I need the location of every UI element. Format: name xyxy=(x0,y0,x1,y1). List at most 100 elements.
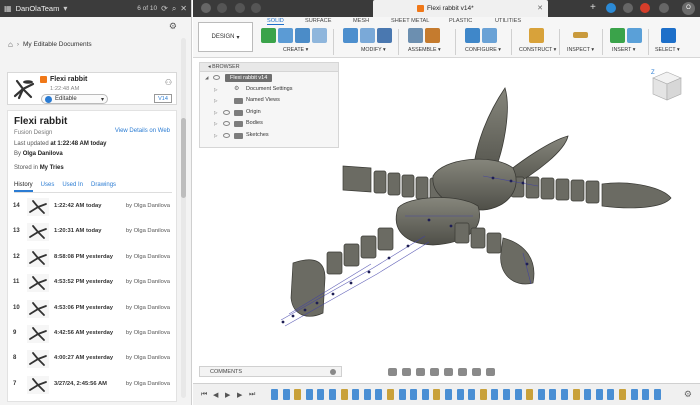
timeline-feature[interactable] xyxy=(398,389,406,400)
history-row[interactable]: 7 3/27/24, 2:45:56 AM by Olga Danilova xyxy=(8,373,176,398)
timeline-feature[interactable] xyxy=(468,389,476,400)
timeline-feature[interactable] xyxy=(607,389,615,400)
timeline-feature[interactable] xyxy=(584,389,592,400)
insert-image-icon[interactable] xyxy=(627,27,642,43)
timeline-feature[interactable] xyxy=(410,389,418,400)
shell-icon[interactable] xyxy=(377,27,392,43)
play-icon[interactable]: ▶ xyxy=(225,391,230,399)
timeline-feature[interactable] xyxy=(375,389,383,400)
3d-viewport[interactable]: ◂ BROWSER ◢ Flexi rabbit v14 ▷ ⚙ Document … xyxy=(193,58,700,363)
tab-solid[interactable]: SOLID xyxy=(267,18,284,25)
redo-icon[interactable] xyxy=(251,3,261,13)
history-row[interactable]: 10 4:53:06 PM yesterday by Olga Danilova xyxy=(8,297,176,322)
measure-icon[interactable] xyxy=(573,32,588,38)
tab-plastic[interactable]: PLASTIC xyxy=(449,18,472,24)
visibility-icon[interactable] xyxy=(223,132,230,138)
timeline-feature[interactable] xyxy=(387,389,394,400)
history-row[interactable]: 9 4:42:56 AM yesterday by Olga Danilova xyxy=(8,322,176,347)
history-row[interactable]: 8 4:00:27 AM yesterday by Olga Danilova xyxy=(8,347,176,372)
file-menu-icon[interactable] xyxy=(201,3,211,13)
timeline-settings-icon[interactable]: ⚙ xyxy=(684,389,692,400)
browser-item[interactable]: ▷ Origin xyxy=(200,107,338,119)
timeline-feature[interactable] xyxy=(503,389,510,400)
timeline-feature[interactable] xyxy=(271,389,278,400)
go-to-start-icon[interactable]: ⏮ xyxy=(201,391,207,399)
timeline-feature[interactable] xyxy=(619,389,626,400)
extensions-icon[interactable] xyxy=(606,3,616,13)
insert-menu-label[interactable]: INSERT xyxy=(612,47,631,53)
refresh-icon[interactable]: ⟳ xyxy=(161,4,168,13)
joint-icon[interactable] xyxy=(425,27,440,43)
browser-item[interactable]: ▷ Bodies xyxy=(200,118,338,130)
look-at-icon[interactable] xyxy=(402,367,411,376)
timeline-feature[interactable] xyxy=(421,389,429,400)
tab-mesh[interactable]: MESH xyxy=(353,18,369,24)
timeline-feature[interactable] xyxy=(479,389,487,400)
tab-history[interactable]: History xyxy=(14,182,33,192)
timeline-feature[interactable] xyxy=(282,389,290,400)
timeline-feature[interactable] xyxy=(491,389,499,400)
share-users-icon[interactable]: ⚇ xyxy=(165,78,172,87)
timeline-feature[interactable] xyxy=(352,389,360,400)
step-back-icon[interactable]: ◀ xyxy=(213,391,218,399)
visibility-icon[interactable] xyxy=(223,121,230,126)
timeline-feature[interactable] xyxy=(514,389,522,400)
avatar[interactable]: O xyxy=(682,2,695,15)
insert-derive-icon[interactable] xyxy=(610,27,625,43)
collapse-icon[interactable]: ◂ xyxy=(208,64,211,70)
orbit-icon[interactable] xyxy=(388,367,397,376)
timeline-feature[interactable] xyxy=(526,389,534,400)
pan-icon[interactable] xyxy=(416,367,425,376)
inspect-menu-label[interactable]: INSPECT xyxy=(567,47,590,53)
search-icon[interactable]: ⌕ xyxy=(172,4,176,13)
help-icon[interactable] xyxy=(659,3,669,13)
visibility-icon[interactable] xyxy=(223,109,230,115)
browser-header[interactable]: ◂ BROWSER xyxy=(200,63,338,72)
timeline-feature[interactable] xyxy=(363,389,371,400)
panel-scrollbar[interactable] xyxy=(181,38,186,398)
revolve-icon[interactable] xyxy=(295,27,310,43)
history-row[interactable]: 14 1:22:42 AM today by Olga Danilova xyxy=(8,195,176,220)
visibility-icon[interactable] xyxy=(213,75,220,80)
timeline-feature[interactable] xyxy=(630,389,638,400)
select-arrow-icon[interactable] xyxy=(661,27,676,43)
notifications-icon[interactable] xyxy=(640,3,650,13)
expand-triangle-icon[interactable]: ▷ xyxy=(214,95,217,107)
timeline-feature[interactable] xyxy=(595,389,603,400)
new-tab-icon[interactable]: + xyxy=(590,2,596,13)
tab-drawings[interactable]: Drawings xyxy=(91,182,116,192)
history-row[interactable]: 13 1:20:31 AM today by Olga Danilova xyxy=(8,220,176,245)
view-details-link[interactable]: View Details on Web xyxy=(115,128,170,134)
configuration-table-icon[interactable] xyxy=(482,27,497,43)
fillet-icon[interactable] xyxy=(360,27,375,43)
timeline-feature[interactable] xyxy=(572,389,580,400)
timeline-feature[interactable] xyxy=(653,389,661,400)
tab-flexi-rabbit[interactable]: Flexi rabbit v14* ✕ xyxy=(373,0,548,17)
view-cube[interactable]: Z xyxy=(649,66,685,106)
history-row[interactable]: 11 4:53:52 PM yesterday by Olga Danilova xyxy=(8,271,176,296)
apps-grid-icon[interactable]: ▦ xyxy=(4,4,12,13)
history-row[interactable]: 12 8:58:08 PM yesterday by Olga Danilova xyxy=(8,246,176,271)
timeline-feature[interactable] xyxy=(329,389,336,400)
undo-icon[interactable] xyxy=(235,3,245,13)
timeline-feature[interactable] xyxy=(456,389,464,400)
breadcrumb-folder[interactable]: My Editable Documents xyxy=(23,41,92,48)
version-badge[interactable]: V14 xyxy=(154,94,172,103)
tab-used-in[interactable]: Used In xyxy=(62,182,83,192)
grid-settings-icon[interactable] xyxy=(472,367,481,376)
zoom-icon[interactable] xyxy=(430,367,439,376)
tab-surface[interactable]: SURFACE xyxy=(305,18,331,24)
close-tab-icon[interactable]: ✕ xyxy=(537,4,543,12)
assemble-menu-label[interactable]: ASSEMBLE xyxy=(408,47,437,53)
chevron-down-icon[interactable]: ▾ xyxy=(63,4,67,13)
display-settings-icon[interactable] xyxy=(458,367,467,376)
timeline-feature[interactable] xyxy=(537,389,545,400)
timeline-feature[interactable] xyxy=(433,389,441,400)
team-name[interactable]: DanOlaTeam xyxy=(16,4,60,13)
select-menu-label[interactable]: SELECT xyxy=(655,47,676,53)
hole-icon[interactable] xyxy=(312,27,327,43)
expand-triangle-icon[interactable]: ▷ xyxy=(214,107,217,119)
viewports-icon[interactable] xyxy=(486,367,495,376)
offset-plane-icon[interactable] xyxy=(529,27,544,43)
browser-root[interactable]: ◢ Flexi rabbit v14 xyxy=(200,72,338,84)
